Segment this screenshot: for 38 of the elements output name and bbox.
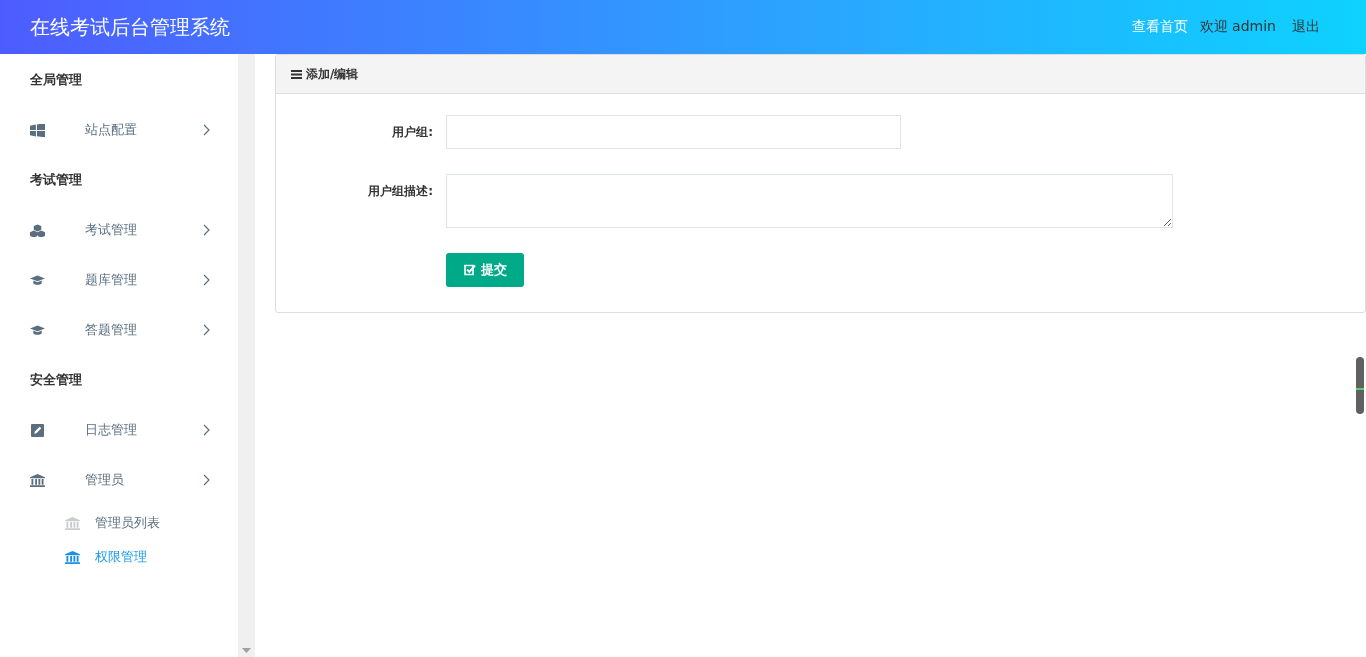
input-field[interactable] [446,115,901,149]
chevron-right-icon [203,474,210,486]
chevron-right-icon [203,124,210,136]
cubes-icon [30,223,45,237]
app-title: 在线考试后台管理系统 [30,13,230,41]
header-link[interactable]: 退出 [1292,18,1320,36]
nav-item[interactable]: 考试管理 [0,217,238,243]
menu-icon [291,69,302,79]
welcome-text: 欢迎 admin [1199,18,1276,36]
submenu-item[interactable]: 管理员列表 [0,511,238,535]
field-label: 用户组描述: [367,183,433,200]
bank-icon [65,516,80,530]
submenu-item[interactable]: 权限管理 [0,545,238,569]
bank-icon [30,473,45,487]
panel-title: 添加/编辑 [306,65,359,83]
nav-item[interactable]: 站点配置 [0,117,238,143]
chevron-right-icon [203,424,210,436]
nav-item[interactable]: 题库管理 [0,267,238,293]
nav-item[interactable]: 管理员 [0,467,238,493]
section-heading: 全局管理 [29,71,83,89]
graduation-cap-icon [30,273,45,287]
scroll-down-arrow-icon[interactable] [242,648,251,653]
bank-icon [65,550,80,564]
checkbox-icon [463,264,476,276]
windows-logo-icon [30,123,45,137]
section-heading: 考试管理 [29,171,83,189]
field-label: 用户组: [391,124,433,141]
section-heading: 安全管理 [29,371,83,389]
chevron-right-icon [203,274,210,286]
chevron-right-icon [203,224,210,236]
submit-button[interactable]: 提交 [446,253,524,287]
chevron-right-icon [203,324,210,336]
scrollbar-thumb[interactable] [1356,357,1364,414]
edit-icon [30,423,45,437]
graduation-cap-icon [30,323,45,337]
description-textarea[interactable] [446,174,1173,228]
nav-item[interactable]: 答题管理 [0,317,238,343]
nav-item[interactable]: 日志管理 [0,417,238,443]
